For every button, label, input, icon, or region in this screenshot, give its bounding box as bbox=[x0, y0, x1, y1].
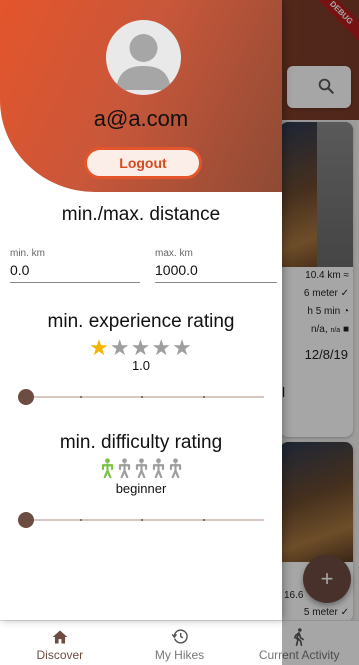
hiker-inactive-icon[interactable] bbox=[117, 458, 132, 483]
hiker-inactive-icon[interactable] bbox=[134, 458, 149, 483]
home-icon bbox=[51, 628, 69, 645]
min-km-input[interactable]: 0.0 bbox=[10, 262, 140, 283]
max-km-label: max. km bbox=[155, 248, 193, 259]
slider-tick bbox=[79, 519, 82, 521]
difficulty-hikers bbox=[0, 458, 282, 483]
history-icon bbox=[171, 628, 189, 645]
difficulty-title: min. difficulty rating bbox=[59, 432, 223, 453]
min-km-label: min. km bbox=[10, 248, 45, 259]
experience-stars: ★★★★★ bbox=[0, 337, 282, 359]
distance-title: min./max. distance bbox=[61, 204, 221, 225]
nav-label: Discover bbox=[36, 648, 84, 662]
slider-tick bbox=[202, 519, 205, 521]
min-km-field[interactable]: min. km 0.0 bbox=[10, 248, 140, 283]
person-icon bbox=[116, 34, 171, 90]
slider-thumb[interactable] bbox=[18, 512, 34, 528]
slider-tick bbox=[141, 396, 143, 398]
max-km-input[interactable]: 1000.0 bbox=[155, 262, 277, 283]
max-km-field[interactable]: max. km 1000.0 bbox=[155, 248, 277, 283]
star-empty-icon[interactable]: ★ bbox=[151, 335, 172, 360]
slider-tick bbox=[141, 519, 143, 521]
experience-value: 1.0 bbox=[131, 358, 151, 373]
hiker-inactive-icon[interactable] bbox=[168, 458, 183, 483]
slider-tick bbox=[79, 396, 82, 398]
experience-title: min. experience rating bbox=[47, 311, 235, 332]
star-empty-icon[interactable]: ★ bbox=[172, 335, 193, 360]
filter-drawer: a@a.com Logout min./max. distance min. k… bbox=[0, 0, 282, 620]
difficulty-value: beginner bbox=[115, 481, 167, 496]
star-empty-icon[interactable]: ★ bbox=[110, 335, 131, 360]
slider-thumb[interactable] bbox=[18, 389, 34, 405]
avatar bbox=[106, 20, 181, 95]
drawer-scrim[interactable] bbox=[282, 0, 359, 665]
nav-item-my-hikes[interactable]: My Hikes bbox=[120, 621, 240, 665]
hiker-inactive-icon[interactable] bbox=[151, 458, 166, 483]
star-filled-icon[interactable]: ★ bbox=[89, 335, 110, 360]
star-empty-icon[interactable]: ★ bbox=[131, 335, 152, 360]
drawer-header: a@a.com Logout bbox=[0, 0, 282, 192]
hiker-active-icon[interactable] bbox=[100, 458, 115, 483]
difficulty-slider[interactable] bbox=[18, 512, 264, 528]
user-email: a@a.com bbox=[93, 106, 189, 131]
logout-button[interactable]: Logout bbox=[84, 147, 202, 179]
experience-slider[interactable] bbox=[18, 389, 264, 405]
slider-tick bbox=[202, 396, 205, 398]
nav-label: My Hikes bbox=[154, 648, 205, 662]
nav-item-discover[interactable]: Discover bbox=[0, 621, 120, 665]
